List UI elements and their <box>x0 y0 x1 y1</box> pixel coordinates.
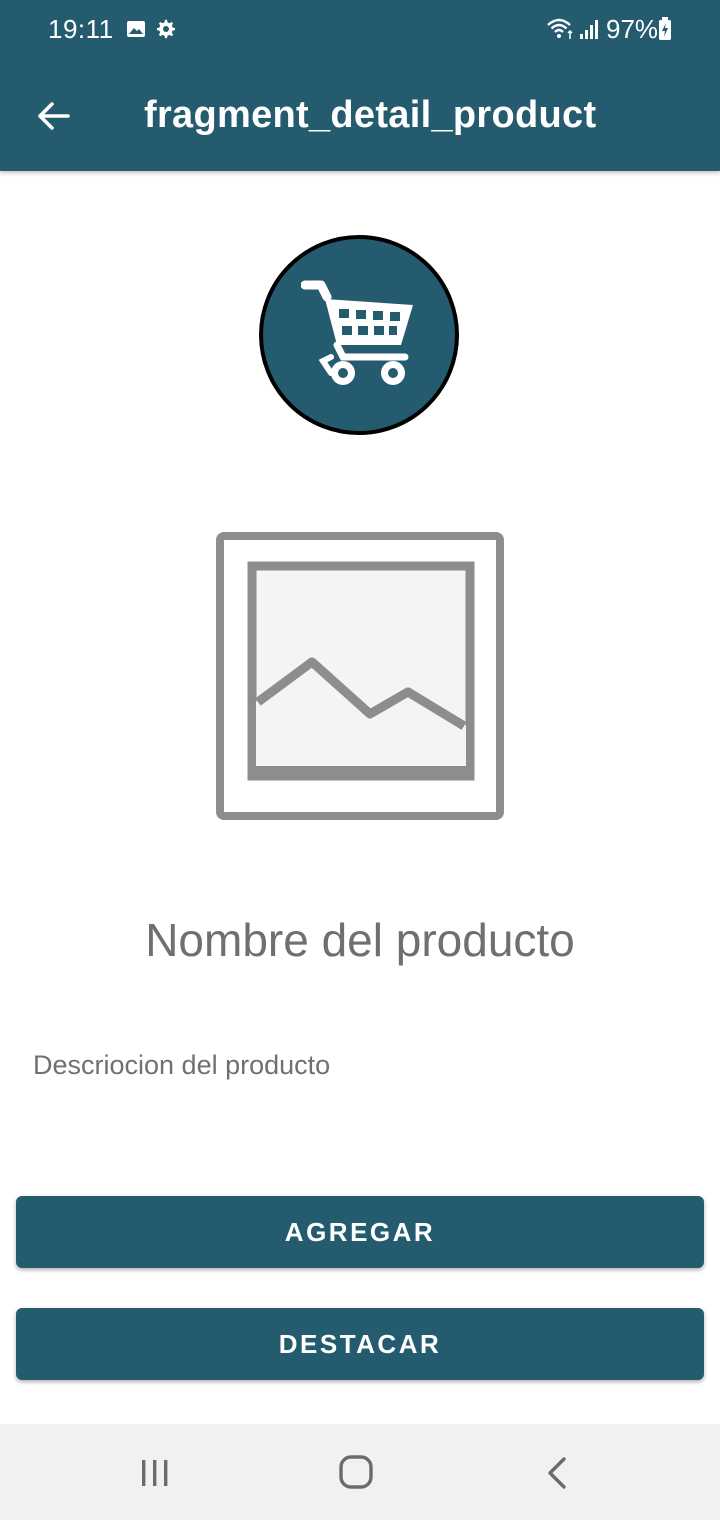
home-icon[interactable] <box>338 1454 374 1490</box>
arrow-left-icon[interactable] <box>34 96 74 136</box>
signal-icon <box>580 20 598 39</box>
feature-button[interactable]: DESTACAR <box>16 1308 704 1380</box>
app-bar: fragment_detail_product <box>0 60 720 171</box>
image-icon <box>127 21 145 37</box>
product-description: Descriocion del producto <box>33 1050 331 1080</box>
product-name: Nombre del producto <box>145 914 575 966</box>
status-bar: 19:11 97% <box>0 0 720 60</box>
navigation-bar <box>0 1424 720 1520</box>
status-time: 19:11 <box>48 14 114 44</box>
add-button[interactable]: AGREGAR <box>16 1196 704 1268</box>
image-placeholder-icon <box>216 532 504 820</box>
recents-icon[interactable] <box>138 1458 172 1488</box>
shopping-cart-icon <box>301 280 413 385</box>
battery-charging-icon <box>659 17 671 40</box>
screen: 19:11 97% fragment_detail_product Nombre… <box>0 0 720 1520</box>
wifi-icon <box>547 18 573 39</box>
gear-icon <box>157 19 175 39</box>
page-title: fragment_detail_product <box>144 94 597 136</box>
cart-logo <box>259 235 459 435</box>
battery-percent: 97% <box>606 14 659 44</box>
back-icon[interactable] <box>544 1456 570 1490</box>
